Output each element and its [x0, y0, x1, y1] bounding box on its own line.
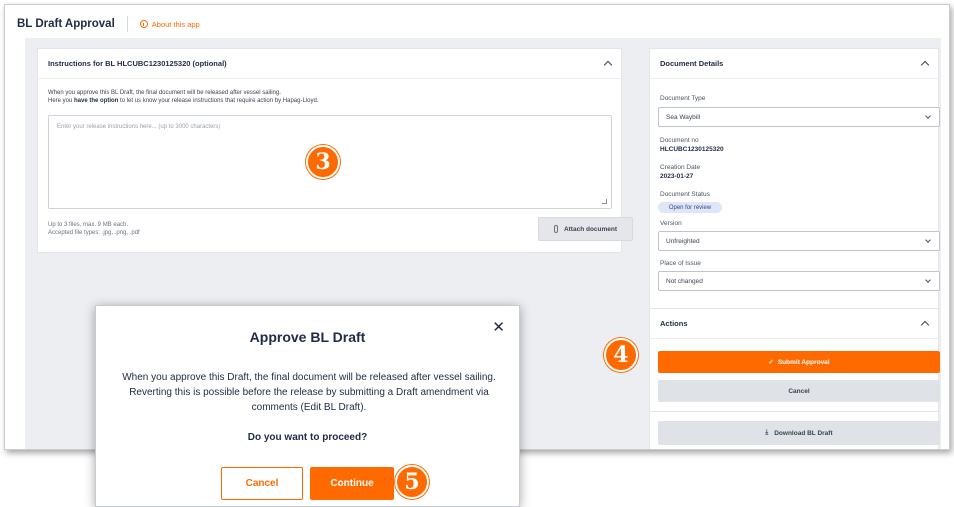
chevron-up-icon[interactable] [603, 60, 613, 70]
dialog-continue-button[interactable]: Continue [310, 467, 394, 500]
place-of-issue-label: Place of Issue [660, 260, 701, 267]
chevron-up-icon[interactable] [920, 320, 930, 330]
place-of-issue-select[interactable]: Not changed [658, 271, 940, 291]
document-type-label: Document Type [660, 95, 706, 102]
step-4-marker: 4 [604, 338, 638, 372]
dialog-title: Approve BL Draft [249, 329, 366, 345]
about-app-link[interactable]: About this app [139, 19, 200, 29]
file-types-text: Accepted file types: .jpg, .png, .pdf [48, 230, 140, 236]
version-value: Unfreighted [666, 237, 700, 245]
dialog-body: When you approve this Draft, the final d… [122, 372, 496, 413]
instructions-header[interactable]: Instructions for BL HLCUBC1230125320 (op… [38, 49, 621, 79]
about-app-label: About this app [151, 19, 200, 29]
chevron-down-icon [925, 277, 931, 283]
attach-document-button[interactable]: Attach document [538, 217, 633, 241]
document-details-card: Document Details Document Type Sea Waybi… [649, 48, 940, 310]
instructions-line-2-pre: Here you [48, 98, 75, 104]
document-status-label: Document Status [660, 191, 710, 198]
divider [650, 411, 938, 412]
download-bl-draft-label: Download BL Draft [774, 429, 833, 437]
submit-approval-label: Submit Approval [777, 358, 830, 366]
approve-dialog: Approve BL Draft ✕ When you approve this… [95, 305, 520, 507]
step-3-marker: 3 [306, 145, 340, 179]
dialog-question: Do you want to proceed? [247, 432, 368, 443]
creation-date-value: 2023-01-27 [660, 173, 694, 180]
instructions-line-1: When you approve this BL Draft, the fina… [48, 90, 281, 96]
document-type-select[interactable]: Sea Waybill [658, 107, 940, 127]
instructions-line-2-post: to let us know your release instructions… [118, 98, 319, 104]
dialog-cancel-button[interactable]: Cancel [221, 467, 303, 500]
instructions-line-2: Here you have the option to let us know … [48, 97, 611, 105]
title-divider [126, 16, 128, 32]
download-icon: ⤓ [765, 429, 769, 436]
file-requirements-note: Up to 3 files, max. 9 MB each. Accepted … [48, 221, 140, 237]
attach-document-label: Attach document [563, 225, 618, 233]
cancel-button[interactable]: Cancel [658, 380, 940, 402]
chevron-down-icon [925, 237, 931, 243]
info-icon [139, 20, 148, 28]
file-limit-text: Up to 3 files, max. 9 MB each. [48, 222, 129, 228]
document-details-title: Document Details [660, 59, 724, 68]
document-no-label: Document no [660, 137, 699, 144]
document-details-header[interactable]: Document Details [650, 49, 938, 79]
check-icon: ✓ [768, 359, 774, 366]
instructions-card: Instructions for BL HLCUBC1230125320 (op… [37, 48, 633, 253]
status-badge: Open for review [658, 202, 722, 213]
close-icon[interactable]: ✕ [492, 318, 505, 336]
instructions-line-2-bold: have the option [74, 98, 119, 104]
instructions-title: Instructions for BL HLCUBC1230125320 (op… [48, 59, 227, 68]
instructions-description: When you approve this BL Draft, the fina… [38, 79, 621, 105]
creation-date-label: Creation Date [660, 164, 701, 171]
document-type-value: Sea Waybill [666, 113, 701, 121]
chevron-down-icon [925, 113, 931, 119]
version-select[interactable]: Unfreighted [658, 231, 940, 251]
chevron-up-icon[interactable] [920, 60, 930, 70]
actions-header[interactable]: Actions [650, 309, 938, 339]
paperclip-icon [553, 225, 558, 233]
submit-approval-button[interactable]: ✓ Submit Approval [658, 351, 940, 373]
version-label: Version [660, 220, 682, 227]
actions-title: Actions [660, 319, 688, 328]
document-no-value: HLCUBC1230125320 [660, 146, 724, 153]
download-bl-draft-button[interactable]: ⤓ Download BL Draft [658, 421, 940, 445]
actions-card: Actions ✓ Submit Approval Cancel ⤓ Downl… [649, 308, 940, 449]
release-instructions-placeholder: Enter your release instructions here... … [57, 124, 221, 130]
step-5-marker: 5 [395, 465, 429, 499]
app-title: BL Draft Approval [17, 18, 115, 30]
place-of-issue-value: Not changed [666, 277, 703, 285]
resize-handle-icon[interactable] [602, 199, 607, 204]
